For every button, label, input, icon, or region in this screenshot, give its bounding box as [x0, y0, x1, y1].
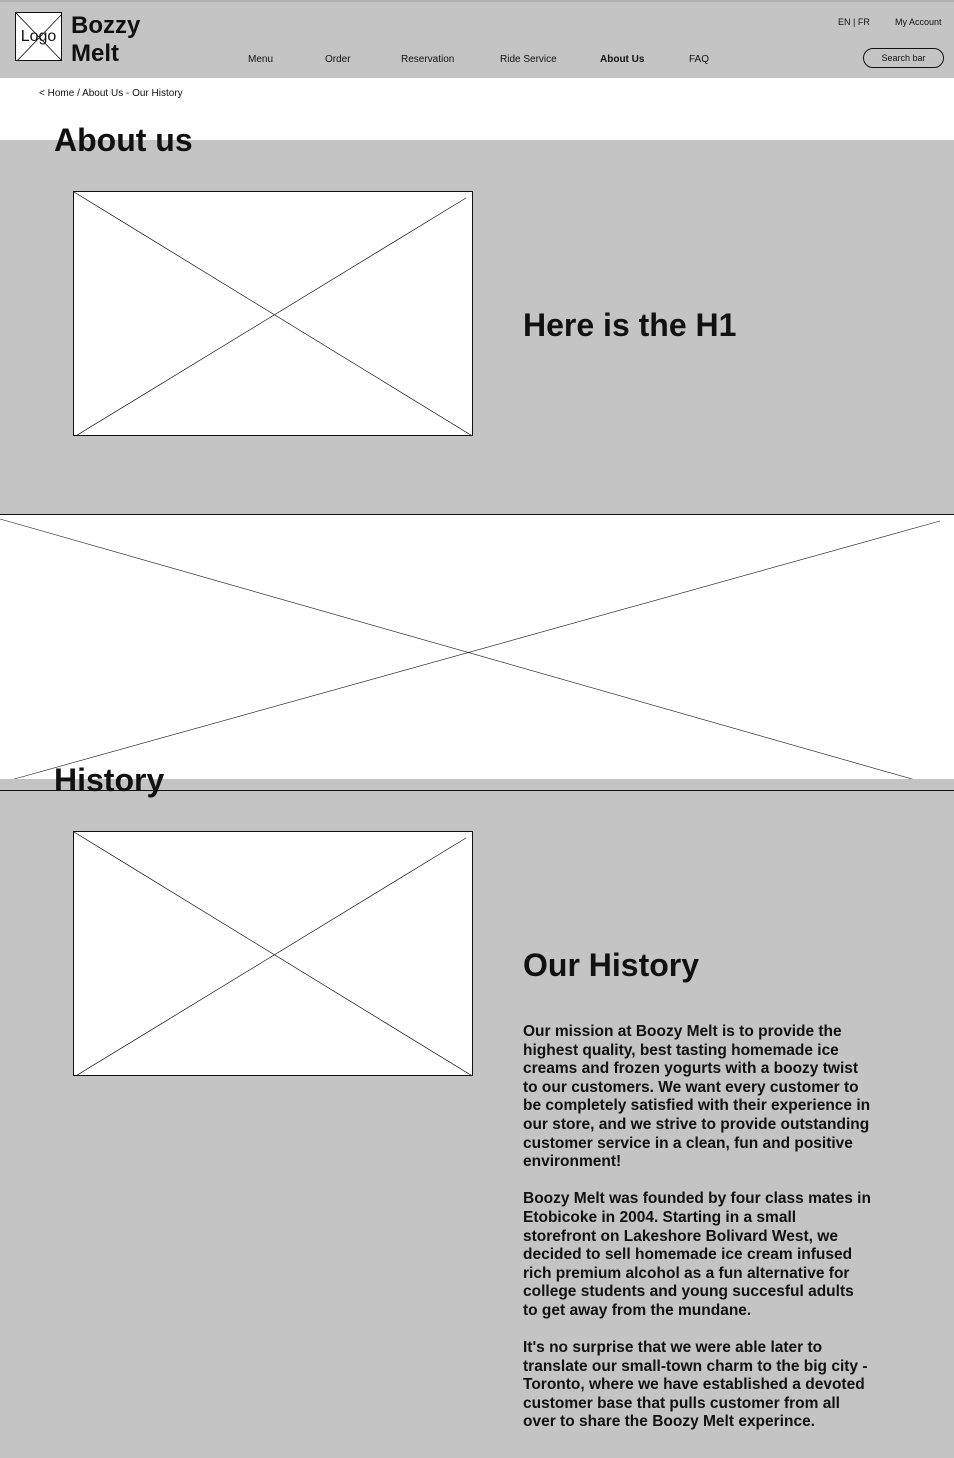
about-title: About us [54, 122, 193, 158]
logo[interactable]: Logo [15, 12, 62, 61]
banner-image-placeholder [0, 514, 954, 791]
history-title: History [54, 762, 165, 798]
history-image-placeholder [73, 831, 473, 1076]
my-account-link[interactable]: My Account [895, 17, 942, 27]
history-paragraph-3: It's no surprise that we were able later… [523, 1339, 868, 1431]
nav-ride-service[interactable]: Ride Service [500, 54, 557, 65]
language-switch[interactable]: EN | FR [838, 17, 870, 27]
nav-menu[interactable]: Menu [248, 54, 273, 65]
about-h1: Here is the H1 [523, 307, 737, 343]
banner-placeholder-icon [0, 518, 954, 791]
brand-line-2: Melt [71, 40, 119, 67]
nav-reservation[interactable]: Reservation [401, 54, 454, 65]
brand-line-1: Bozzy [71, 12, 141, 39]
site-header: Logo Bozzy Melt Menu Order Reservation R… [0, 0, 954, 78]
history-heading: Our History [523, 947, 700, 983]
image-placeholder-icon [74, 832, 472, 1075]
search-placeholder: Search bar [881, 53, 926, 63]
search-input[interactable]: Search bar [863, 48, 944, 68]
nav-order[interactable]: Order [325, 54, 351, 65]
brand-name[interactable]: Bozzy Melt [71, 12, 191, 68]
nav-about-us[interactable]: About Us [600, 54, 644, 65]
history-paragraph-1: Our mission at Boozy Melt is to provide … [523, 1023, 871, 1171]
nav-faq[interactable]: FAQ [689, 54, 709, 65]
image-placeholder-icon [74, 192, 472, 435]
history-text: Our mission at Boozy Melt is to provide … [523, 1023, 871, 1451]
breadcrumb[interactable]: < Home / About Us - Our History [39, 88, 183, 99]
history-paragraph-2: Boozy Melt was founded by four class mat… [523, 1190, 871, 1319]
about-image-placeholder [73, 191, 473, 436]
logo-label: Logo [20, 27, 57, 45]
